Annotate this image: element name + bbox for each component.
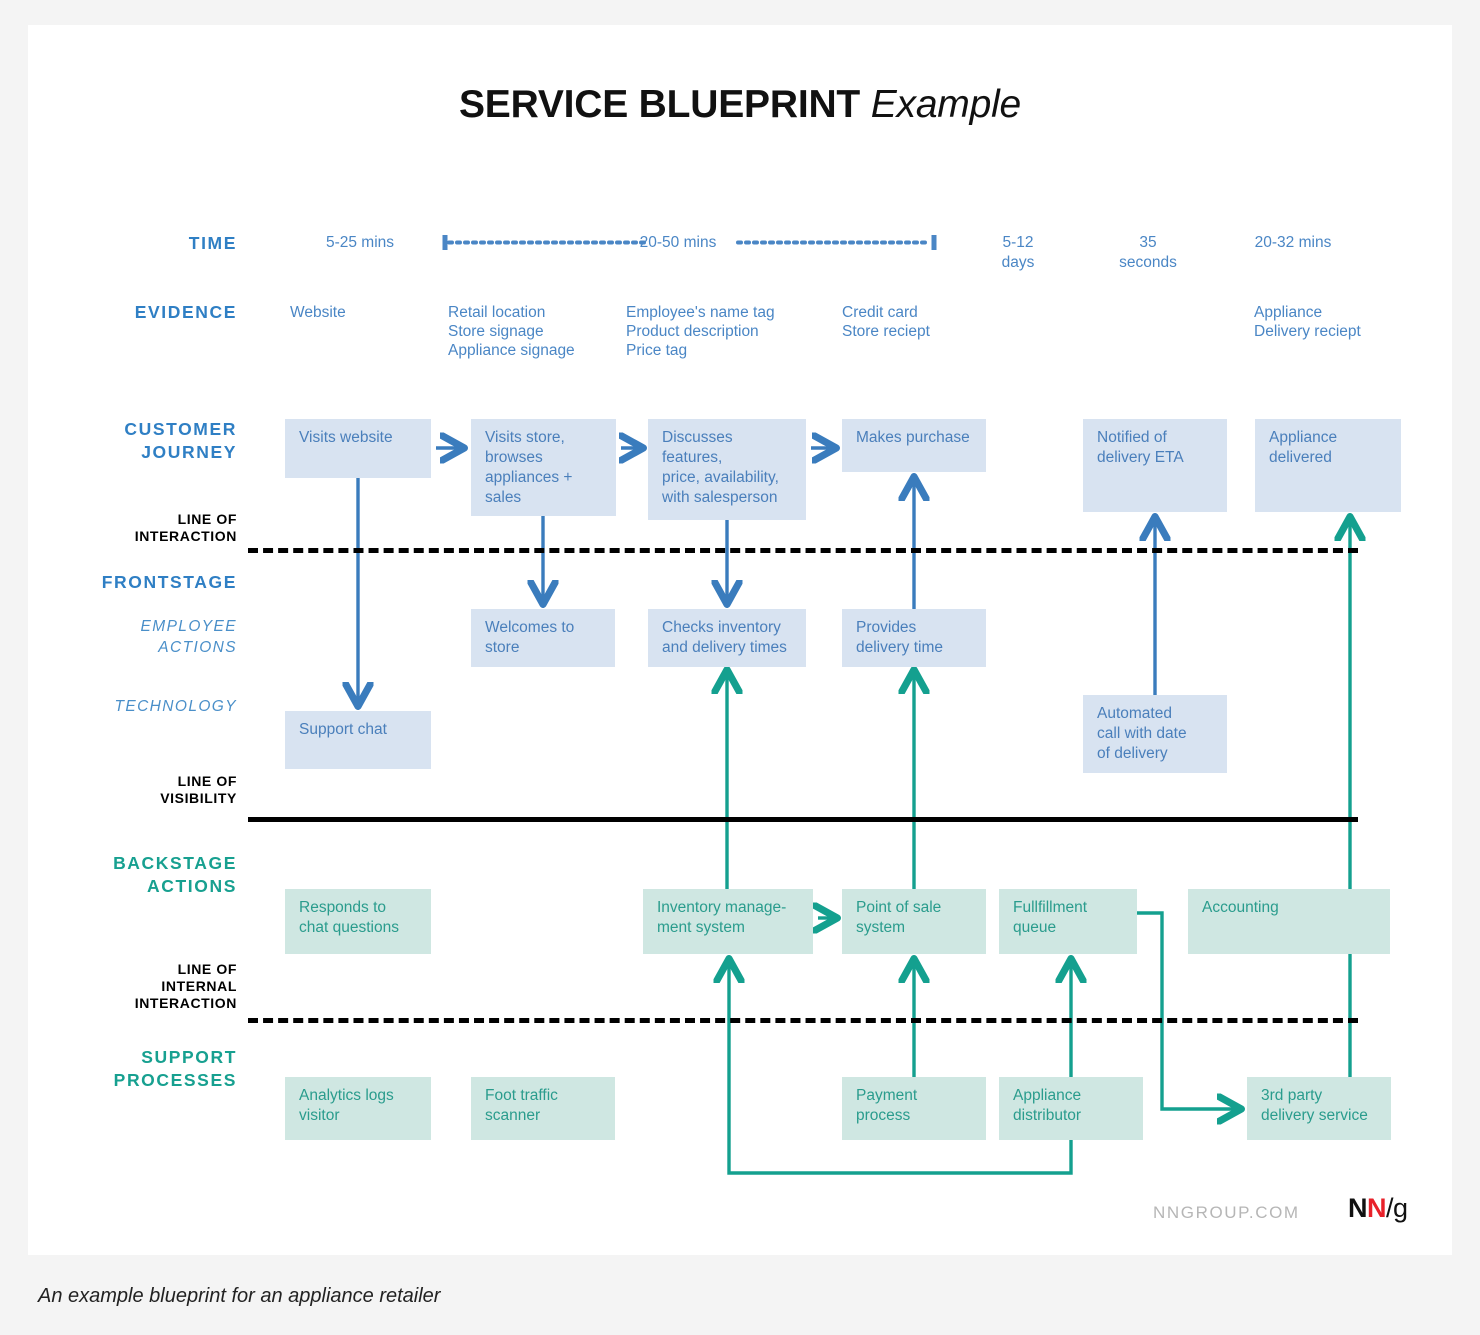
nng-logo: NN/g: [1348, 1193, 1408, 1224]
nng-logo-n2: N: [1367, 1193, 1387, 1223]
box-appliance-distributor[interactable]: Appliance distributor: [999, 1077, 1143, 1140]
figure-caption: An example blueprint for an appliance re…: [38, 1285, 441, 1307]
box-point-of-sale-system[interactable]: Point of sale system: [842, 889, 986, 954]
blueprint-card: SERVICE BLUEPRINT Example TIME EVIDENCE …: [28, 25, 1452, 1255]
box-3rd-party-delivery-service[interactable]: 3rd party delivery service: [1247, 1077, 1391, 1140]
box-notified-of-delivery-eta[interactable]: Notified of delivery ETA: [1083, 419, 1227, 512]
nng-logo-slash-g: /g: [1386, 1193, 1408, 1223]
box-makes-purchase[interactable]: Makes purchase: [842, 419, 986, 472]
footer-site-url: NNGROUP.COM: [1153, 1203, 1300, 1222]
box-responds-to-chat-questions[interactable]: Responds to chat questions: [285, 889, 431, 954]
line-of-interaction: [248, 548, 1358, 553]
box-inventory-management-system[interactable]: Inventory manage- ment system: [643, 889, 813, 954]
line-of-visibility: [248, 817, 1358, 822]
box-welcomes-to-store[interactable]: Welcomes to store: [471, 609, 615, 667]
box-accounting[interactable]: Accounting: [1188, 889, 1390, 954]
nng-logo-n1: N: [1348, 1193, 1368, 1223]
page-root: SERVICE BLUEPRINT Example TIME EVIDENCE …: [0, 0, 1480, 1335]
box-support-chat[interactable]: Support chat: [285, 711, 431, 769]
box-automated-call[interactable]: Automated call with date of delivery: [1083, 695, 1227, 773]
box-payment-process[interactable]: Payment process: [842, 1077, 986, 1140]
line-of-internal-interaction: [248, 1018, 1358, 1023]
box-visits-website[interactable]: Visits website: [285, 419, 431, 478]
box-visits-store[interactable]: Visits store, browses appliances + sales: [471, 419, 616, 516]
box-fullfillment-queue[interactable]: Fullfillment queue: [999, 889, 1137, 954]
box-discusses-features[interactable]: Discusses features, price, availability,…: [648, 419, 806, 520]
box-appliance-delivered[interactable]: Appliance delivered: [1255, 419, 1401, 512]
box-provides-delivery-time[interactable]: Provides delivery time: [842, 609, 986, 667]
box-checks-inventory[interactable]: Checks inventory and delivery times: [648, 609, 806, 667]
box-analytics-logs-visitor[interactable]: Analytics logs visitor: [285, 1077, 431, 1140]
box-foot-traffic-scanner[interactable]: Foot traffic scanner: [471, 1077, 615, 1140]
